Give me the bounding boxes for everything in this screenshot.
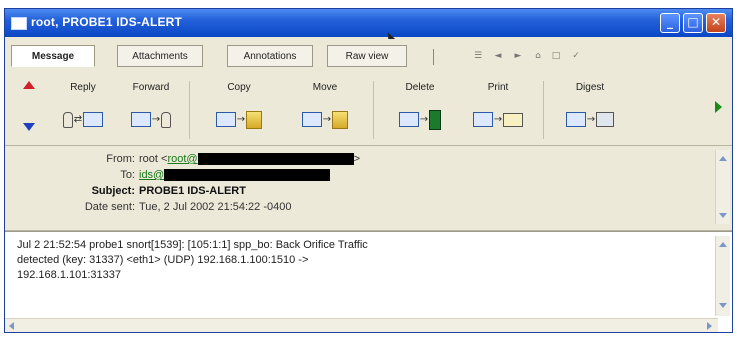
reply-button[interactable]: Reply ⇄ [53, 81, 113, 135]
envelope-icon [11, 17, 27, 30]
printer-icon: → [461, 109, 535, 129]
digest-label: Digest [575, 82, 605, 93]
digest-button[interactable]: Digest → [553, 81, 627, 135]
message-body-text: Jul 2 21:52:54 probe1 snort[1539]: [105:… [17, 239, 368, 281]
next-message-arrow-icon[interactable] [23, 123, 35, 131]
copy-label: Copy [227, 82, 251, 93]
tab-attachments[interactable]: Attachments [117, 45, 203, 67]
previous-icon[interactable]: ◄ [493, 51, 503, 61]
move-button[interactable]: Move → [285, 81, 365, 135]
digest-icon: → [553, 109, 627, 129]
scroll-down-icon[interactable] [719, 303, 727, 308]
from-name: root < [139, 153, 168, 165]
toolbar-separator [189, 81, 190, 139]
date-value: Tue, 2 Jul 2002 21:54:22 -0400 [139, 201, 292, 213]
minimize-button[interactable]: _ [660, 13, 680, 33]
from-value: root <root@ > [139, 152, 360, 167]
message-body-pane[interactable]: Jul 2 21:52:54 probe1 snort[1539]: [105:… [5, 231, 732, 332]
tab-bar: Message Attachments Annotations Raw view… [5, 39, 732, 74]
move-icon: → [285, 109, 365, 129]
date-label: Date sent: [84, 201, 135, 213]
reply-label: Reply [70, 82, 96, 93]
list-icon[interactable]: ☰ [473, 51, 483, 61]
to-email-link[interactable]: ids@ [139, 169, 164, 181]
body-scrollbar[interactable] [715, 236, 730, 316]
from-label: From: [106, 153, 135, 165]
toolbar-separator [543, 81, 544, 139]
tab-message[interactable]: Message [11, 45, 95, 67]
scroll-left-icon[interactable] [9, 322, 14, 330]
toolbar-more-arrow-icon[interactable] [715, 101, 722, 113]
toolbar: Reply ⇄ Forward → Copy → Move → Delete →… [5, 73, 732, 146]
to-value: ids@ [139, 168, 331, 183]
home-icon[interactable]: ⌂ [533, 51, 543, 61]
scroll-right-icon[interactable] [707, 322, 712, 330]
print-button[interactable]: Print → [461, 81, 535, 135]
delete-button[interactable]: Delete → [385, 81, 455, 135]
message-header: From: root <root@ > To: ids@ Subject: PRO… [5, 146, 732, 231]
delete-icon: → [385, 109, 455, 130]
horizontal-scrollbar[interactable] [5, 318, 718, 332]
forward-label: Forward [132, 82, 170, 93]
message-window: root, PROBE1 IDS-ALERT _ □ ✕ Message Att… [4, 8, 733, 333]
tab-raw-view[interactable]: Raw view [327, 45, 407, 67]
forward-icon: → [121, 109, 181, 129]
check-icon[interactable]: ✓ [571, 51, 581, 61]
from-suffix: > [353, 153, 360, 165]
delete-label: Delete [405, 82, 435, 93]
window-title: root, PROBE1 IDS-ALERT [31, 15, 183, 29]
title-bar[interactable]: root, PROBE1 IDS-ALERT _ □ ✕ [5, 9, 732, 48]
redaction-bar [197, 153, 354, 166]
checkbox-icon[interactable]: □ [551, 51, 561, 61]
subject-label: Subject: [91, 185, 135, 197]
subject-value: PROBE1 IDS-ALERT [139, 185, 246, 197]
maximize-button[interactable]: □ [683, 13, 703, 33]
reply-icon: ⇄ [53, 109, 113, 129]
scroll-up-icon[interactable] [719, 242, 727, 247]
header-scrollbar[interactable] [715, 150, 730, 224]
tab-separator [433, 49, 434, 65]
to-label: To: [120, 169, 135, 181]
next-icon[interactable]: ► [513, 51, 523, 61]
close-button[interactable]: ✕ [706, 13, 726, 33]
scroll-up-icon[interactable] [719, 156, 727, 161]
toolbar-separator [373, 81, 374, 139]
forward-button[interactable]: Forward → [121, 81, 181, 135]
from-email-link[interactable]: root@ [167, 153, 197, 165]
move-label: Move [312, 82, 338, 93]
tab-annotations[interactable]: Annotations [227, 45, 313, 67]
previous-message-arrow-icon[interactable] [23, 81, 35, 89]
redaction-bar [164, 169, 331, 182]
copy-button[interactable]: Copy → [199, 81, 279, 135]
print-label: Print [487, 82, 509, 93]
scroll-down-icon[interactable] [719, 213, 727, 218]
copy-icon: → [199, 109, 279, 129]
